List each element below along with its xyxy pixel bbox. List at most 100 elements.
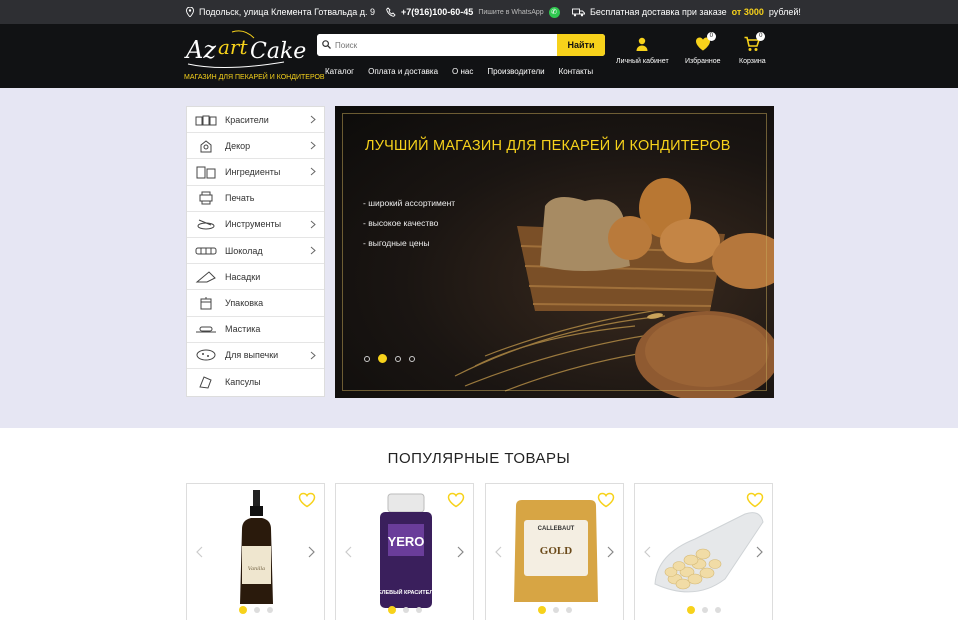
whatsapp-text[interactable]: Пишите в WhatsApp <box>478 9 543 16</box>
svg-text:art: art <box>218 35 248 59</box>
phone[interactable]: +7(916)100-60-45 Пишите в WhatsApp ✆ <box>386 0 560 24</box>
carousel-dots <box>364 354 415 363</box>
image-dot[interactable] <box>714 607 721 613</box>
image-dot[interactable] <box>253 607 260 613</box>
cart-count: 0 <box>756 32 766 41</box>
product-card[interactable] <box>634 483 773 620</box>
popular-products-title: ПОПУЛЯРНЫЕ ТОВАРЫ <box>387 450 571 467</box>
carousel-dot[interactable] <box>364 355 370 362</box>
header: Az art Cake МАГАЗИН ДЛЯ ПЕКАРЕЙ И КОНДИТ… <box>0 24 958 88</box>
nozzle-icon <box>195 271 216 283</box>
image-dot[interactable] <box>387 606 396 614</box>
category-item-dyes[interactable]: Красители <box>187 107 324 134</box>
phone-number[interactable]: +7(916)100-60-45 <box>401 7 473 17</box>
category-label: Капсулы <box>225 376 261 387</box>
category-item-tools[interactable]: Инструменты <box>187 212 324 238</box>
favorite-heart-icon[interactable] <box>746 492 764 508</box>
search-button[interactable]: Найти <box>557 34 605 56</box>
prev-image-arrow-icon[interactable] <box>644 546 651 558</box>
category-item-fondant[interactable]: Мастика <box>187 317 324 343</box>
image-dot[interactable] <box>701 607 708 613</box>
next-image-arrow-icon[interactable] <box>607 546 614 558</box>
image-dot[interactable] <box>402 607 409 613</box>
image-dot[interactable] <box>686 606 695 614</box>
nav-contacts[interactable]: Контакты <box>559 67 594 76</box>
delivery-info: Бесплатная доставка при заказе от 3000 р… <box>572 0 801 24</box>
prev-image-arrow-icon[interactable] <box>495 546 502 558</box>
logo[interactable]: Az art Cake МАГАЗИН ДЛЯ ПЕКАРЕЙ И КОНДИТ… <box>184 28 325 84</box>
carousel-dot[interactable] <box>395 355 401 362</box>
favorite-heart-icon[interactable] <box>597 492 615 508</box>
nav-manufacturers[interactable]: Производители <box>487 67 544 76</box>
search-input[interactable] <box>317 34 557 56</box>
image-dot[interactable] <box>266 607 273 613</box>
next-image-arrow-icon[interactable] <box>457 546 464 558</box>
next-image-arrow-icon[interactable] <box>308 546 315 558</box>
azartcake-logo[interactable]: Az art Cake <box>184 28 309 72</box>
category-item-chocolate[interactable]: Шоколад <box>187 238 324 265</box>
cart-label: Корзина <box>739 58 766 65</box>
favorites-link[interactable]: 0 Избранное <box>685 32 720 65</box>
chevron-right-icon <box>310 220 316 229</box>
next-image-arrow-icon[interactable] <box>756 546 763 558</box>
capsules-icon <box>199 376 212 389</box>
image-dots <box>336 606 473 614</box>
rolling-pin-icon <box>196 326 216 333</box>
category-label: Ингредиенты <box>225 166 281 177</box>
product-label: ГЕЛЕВЫЙ КРАСИТЕЛЬ <box>375 588 437 596</box>
image-dot[interactable] <box>565 607 572 613</box>
prev-image-arrow-icon[interactable] <box>345 546 352 558</box>
category-item-capsules[interactable]: Капсулы <box>187 369 324 395</box>
prev-image-arrow-icon[interactable] <box>196 546 203 558</box>
carousel-dot[interactable] <box>409 355 415 362</box>
category-label: Красители <box>225 114 269 125</box>
product-label: GOLD <box>540 545 572 557</box>
category-item-nozzles[interactable]: Насадки <box>187 264 324 291</box>
image-dot[interactable] <box>415 607 422 613</box>
banner-bullet: - выгодные цены <box>363 238 430 248</box>
banner-frame <box>342 113 767 391</box>
image-dots <box>187 606 324 614</box>
category-item-printing[interactable]: Печать <box>187 186 324 212</box>
product-brand: YERO <box>388 534 425 549</box>
favorite-heart-icon[interactable] <box>447 492 465 508</box>
printer-icon <box>199 191 213 205</box>
chevron-right-icon <box>310 141 316 150</box>
category-item-baking[interactable]: Для выпечки <box>187 343 324 369</box>
nav-catalog[interactable]: Каталог <box>325 67 354 76</box>
logo-tagline: МАГАЗИН ДЛЯ ПЕКАРЕЙ И КОНДИТЕРОВ <box>184 74 325 81</box>
svg-text:Vanilla: Vanilla <box>248 566 265 572</box>
chevron-right-icon <box>310 351 316 360</box>
image-dot[interactable] <box>537 606 546 614</box>
favorite-heart-icon[interactable] <box>298 492 316 508</box>
account-link[interactable]: Личный кабинет <box>616 36 669 65</box>
category-item-decor[interactable]: Декор <box>187 133 324 160</box>
baking-tray-icon <box>196 349 216 361</box>
cart-link[interactable]: 0 Корзина <box>739 32 766 65</box>
product-card[interactable]: Vanilla <box>186 483 325 620</box>
hero-banner[interactable]: ЛУЧШИЙ МАГАЗИН ДЛЯ ПЕКАРЕЙ И КОНДИТЕРОВ … <box>335 106 774 398</box>
product-brand: CALLEBAUT <box>538 526 575 532</box>
carousel-dot-active[interactable] <box>378 354 387 363</box>
top-bar: Подольск, улица Клемента Готвальда д. 9 … <box>0 0 958 24</box>
nav-payment-delivery[interactable]: Оплата и доставка <box>368 67 438 76</box>
address: Подольск, улица Клемента Готвальда д. 9 <box>186 0 375 24</box>
delivery-suffix: рублей! <box>768 7 801 17</box>
image-dot[interactable] <box>238 606 247 614</box>
chevron-right-icon <box>310 115 316 124</box>
whatsapp-icon[interactable]: ✆ <box>548 6 560 18</box>
image-dot[interactable] <box>552 607 559 613</box>
category-item-packaging[interactable]: Упаковка <box>187 290 324 317</box>
decor-icon <box>200 140 212 153</box>
truck-icon <box>572 8 585 16</box>
nav-about[interactable]: О нас <box>452 67 473 76</box>
favorites-icon-wrap: 0 <box>695 32 716 52</box>
chevron-right-icon <box>310 246 316 255</box>
category-label: Печать <box>225 193 255 204</box>
banner-bullet: - высокое качество <box>363 218 439 228</box>
product-card[interactable]: CALLEBAUT GOLD <box>485 483 624 620</box>
category-item-ingredients[interactable]: Ингредиенты <box>187 159 324 186</box>
phone-icon <box>386 7 396 17</box>
category-label: Насадки <box>225 271 261 282</box>
product-card[interactable]: YERO ГЕЛЕВЫЙ КРАСИТЕЛЬ <box>335 483 474 620</box>
